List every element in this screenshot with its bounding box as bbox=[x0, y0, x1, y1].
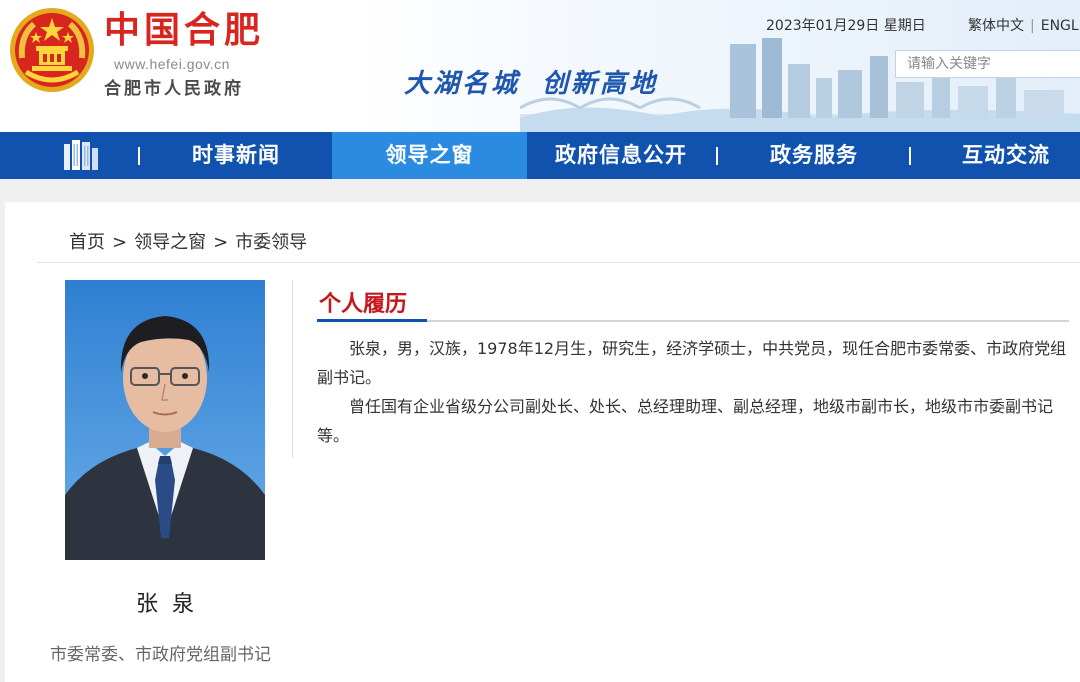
breadcrumb-separator: > bbox=[112, 232, 128, 253]
slogan-part-1: 大湖名城 bbox=[404, 69, 521, 99]
leader-position: 市委常委、市政府党组副书记 bbox=[50, 645, 271, 665]
breadcrumb-divider bbox=[37, 262, 1080, 263]
site-logo-subtitle: 合肥市人民政府 bbox=[104, 79, 244, 99]
breadcrumb-home[interactable]: 首页 bbox=[69, 232, 105, 253]
language-switcher: 繁体中文 | ENGL bbox=[968, 15, 1079, 35]
resume-paragraph: 曾任国有企业省级分公司副处长、处长、总经理助理、副总经理，地级市副市长，地级市市… bbox=[317, 397, 1054, 445]
breadcrumb-current[interactable]: 市委领导 bbox=[235, 232, 307, 253]
nav-separator bbox=[716, 147, 718, 165]
site-logo-title[interactable]: 中国合肥 bbox=[104, 8, 264, 52]
resume-title: 个人履历 bbox=[319, 292, 408, 317]
column-divider bbox=[292, 280, 293, 458]
national-emblem-icon[interactable] bbox=[8, 6, 96, 94]
nav-item-services[interactable]: 政务服务 bbox=[726, 132, 902, 179]
nav-item-interaction[interactable]: 互动交流 bbox=[920, 132, 1080, 179]
nav-item-leaders[interactable]: 领导之窗 bbox=[332, 132, 527, 179]
nav-separator bbox=[909, 147, 911, 165]
resume-title-underline bbox=[317, 320, 1069, 322]
home-building-icon[interactable] bbox=[60, 140, 104, 172]
main-content: 首页 > 领导之窗 > 市委领导 张泉 市委常委、市政府党组副书记 个人履历 张泉，男，… bbox=[5, 202, 1080, 682]
resume-paragraph: 张泉，男，汉族，1978年12月生，研究生，经济学硕士，中共党员，现任合肥市委常… bbox=[317, 339, 1067, 387]
leader-portrait-photo bbox=[65, 280, 265, 560]
resume-title-accent bbox=[317, 319, 427, 322]
search-input[interactable] bbox=[896, 51, 1077, 77]
lang-separator: | bbox=[1030, 18, 1035, 34]
leader-name: 张泉 bbox=[135, 592, 208, 617]
site-header: 中国合肥 www.hefei.gov.cn 合肥市人民政府 大湖名城 创新高地 2… bbox=[0, 0, 1080, 132]
nav-item-news[interactable]: 时事新闻 bbox=[150, 132, 322, 179]
lang-traditional-link[interactable]: 繁体中文 bbox=[968, 18, 1024, 34]
nav-separator bbox=[138, 147, 140, 165]
nav-item-gov-info[interactable]: 政府信息公开 bbox=[532, 132, 710, 179]
resume-body: 张泉，男，汉族，1978年12月生，研究生，经济学硕士，中共党员，现任合肥市委常… bbox=[317, 334, 1071, 450]
breadcrumb-section[interactable]: 领导之窗 bbox=[134, 232, 206, 253]
main-navigation: 时事新闻 领导之窗 政府信息公开 政务服务 互动交流 bbox=[0, 132, 1080, 179]
current-date: 2023年01月29日 星期日 bbox=[766, 18, 926, 34]
lang-english-link[interactable]: ENGL bbox=[1041, 18, 1079, 34]
site-logo-url: www.hefei.gov.cn bbox=[114, 56, 230, 72]
search-box bbox=[895, 50, 1080, 78]
site-slogan: 大湖名城 创新高地 bbox=[404, 63, 658, 100]
slogan-part-2: 创新高地 bbox=[542, 69, 659, 99]
breadcrumb: 首页 > 领导之窗 > 市委领导 bbox=[69, 228, 307, 254]
breadcrumb-separator: > bbox=[213, 232, 229, 253]
